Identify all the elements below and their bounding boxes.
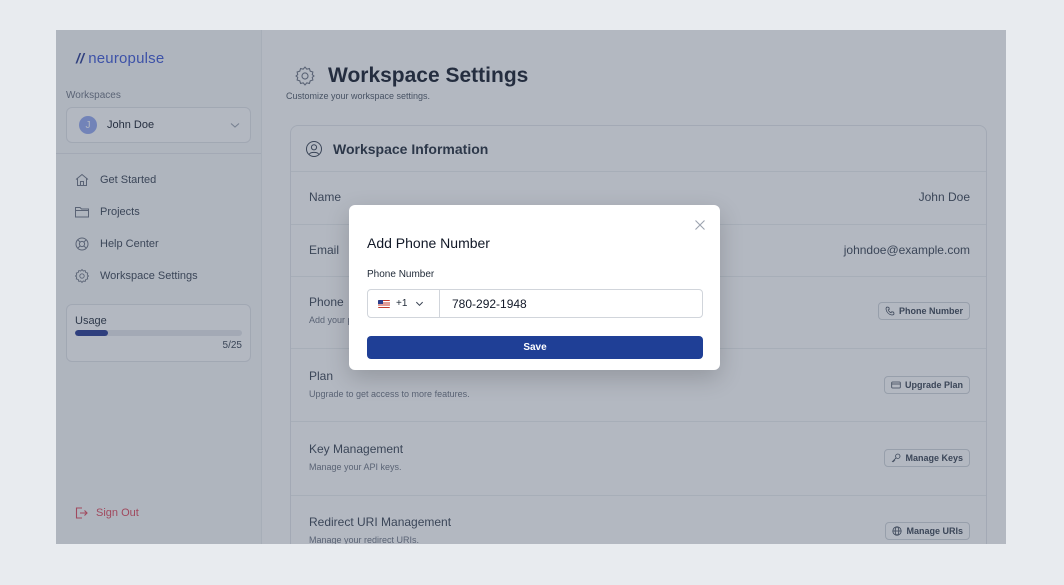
modal-title: Add Phone Number bbox=[367, 235, 490, 251]
us-flag-icon bbox=[378, 299, 390, 308]
close-icon[interactable] bbox=[694, 219, 706, 231]
country-code: +1 bbox=[396, 298, 408, 309]
save-button[interactable]: Save bbox=[367, 336, 703, 359]
add-phone-modal: Add Phone Number Phone Number +1 Save bbox=[349, 205, 720, 370]
country-code-select[interactable]: +1 bbox=[368, 290, 440, 317]
phone-input-group: +1 bbox=[367, 289, 703, 318]
phone-number-label: Phone Number bbox=[367, 269, 435, 280]
phone-number-input[interactable] bbox=[440, 290, 702, 317]
chevron-down-icon bbox=[416, 301, 424, 307]
